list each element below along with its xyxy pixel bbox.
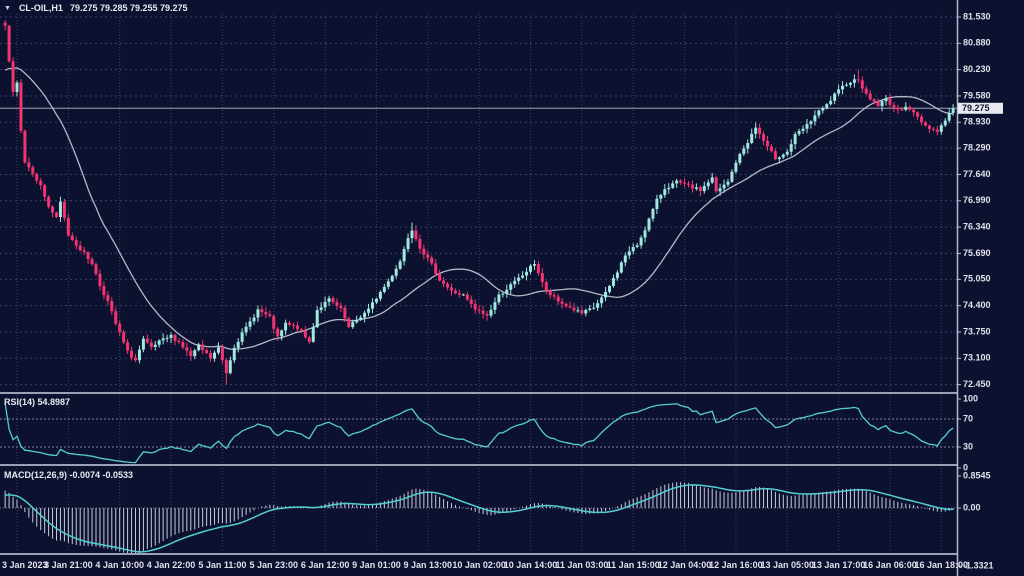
axis-label: 72.450 xyxy=(963,379,991,389)
axis-label: 70 xyxy=(963,413,973,423)
time-axis-label: 16 Jan 06:00 xyxy=(863,560,917,570)
grid-lines xyxy=(0,14,957,552)
axis-label: 77.640 xyxy=(963,169,991,179)
axis-label: 78.290 xyxy=(963,143,991,153)
axis-label: 75.050 xyxy=(963,274,991,284)
time-axis-label: 10 Jan 02:00 xyxy=(452,560,506,570)
time-axis-label: 6 Jan 12:00 xyxy=(301,560,350,570)
axis-label: 80.230 xyxy=(963,64,991,74)
axis-label: 76.340 xyxy=(963,221,991,231)
axis-label: 76.990 xyxy=(963,195,991,205)
rsi-indicator-label: RSI(14) 54.8987 xyxy=(4,397,70,407)
time-axis-label: 13 Jan 05:00 xyxy=(760,560,814,570)
time-axis-label: 11 Jan 15:00 xyxy=(607,560,660,570)
axis-label: 80.880 xyxy=(963,38,991,48)
time-axis-label: 13 Jan 17:00 xyxy=(812,560,866,570)
ohlc-readout: 79.275 79.285 79.255 79.275 xyxy=(70,3,188,13)
axis-label: 0.8545 xyxy=(963,470,991,480)
axis-label: 0.00 xyxy=(963,502,981,512)
axis-label: 74.400 xyxy=(963,300,991,310)
current-price-tag: 79.275 xyxy=(958,103,1003,114)
axis-label: 100 xyxy=(963,393,978,403)
rsi-line xyxy=(5,403,953,462)
time-axis-label: 5 Jan 23:00 xyxy=(249,560,298,570)
axis-label: 81.530 xyxy=(963,11,991,21)
time-axis-label: 12 Jan 16:00 xyxy=(709,560,763,570)
time-axis-label: 5 Jan 11:00 xyxy=(198,560,246,570)
symbol-dropdown-icon[interactable]: ▼ xyxy=(4,5,11,12)
macd-label-text: MACD(12,26,9) -0.0074 -0.0533 xyxy=(4,470,133,480)
symbol-period-label: CL-OIL,H1 xyxy=(19,3,63,13)
current-price-value: 79.275 xyxy=(962,103,990,113)
macd-axis-labels: 0.85450.00-1.3321 xyxy=(957,470,994,570)
time-axis-label: 3 Jan 2023 xyxy=(2,560,48,570)
time-axis-label: 9 Jan 13:00 xyxy=(404,560,453,570)
rsi-label-text: RSI(14) 54.8987 xyxy=(4,397,70,407)
time-axis-label: 11 Jan 03:00 xyxy=(555,560,608,570)
time-axis-label: 9 Jan 01:00 xyxy=(352,560,401,570)
time-axis-label: 3 Jan 21:00 xyxy=(44,560,93,570)
chart-title-bar: ▼ CL-OIL,H1 79.275 79.285 79.255 79.275 xyxy=(4,3,188,13)
price-axis-labels: 81.530 80.880 80.230 79.580 78.930 78.290 77.6… xyxy=(957,11,991,389)
time-axis-labels[interactable]: 3 Jan 20233 Jan 21:004 Jan 10:004 Jan 22… xyxy=(2,560,968,570)
axis-label: 75.690 xyxy=(963,248,991,258)
macd-indicator-label: MACD(12,26,9) -0.0074 -0.0533 xyxy=(4,470,133,480)
time-axis-label: 4 Jan 10:00 xyxy=(95,560,144,570)
axis-label: 30 xyxy=(963,441,973,451)
axis-label: 78.930 xyxy=(963,117,991,127)
axis-label: 73.750 xyxy=(963,326,991,336)
chart-canvas[interactable]: 81.530 80.880 80.230 79.580 78.930 78.290 77.6… xyxy=(0,0,1024,576)
rsi-axis-labels: 10070300 xyxy=(957,393,978,472)
time-axis-label: 4 Jan 22:00 xyxy=(147,560,196,570)
trading-chart-window: ▼ CL-OIL,H1 79.275 79.285 79.255 79.275 … xyxy=(0,0,1024,576)
axis-label: 79.580 xyxy=(963,90,991,100)
time-axis-label: 16 Jan 18:00 xyxy=(915,560,969,570)
time-axis-label: 10 Jan 14:00 xyxy=(504,560,558,570)
axis-label: 73.100 xyxy=(963,353,991,363)
time-axis-label: 12 Jan 04:00 xyxy=(658,560,712,570)
